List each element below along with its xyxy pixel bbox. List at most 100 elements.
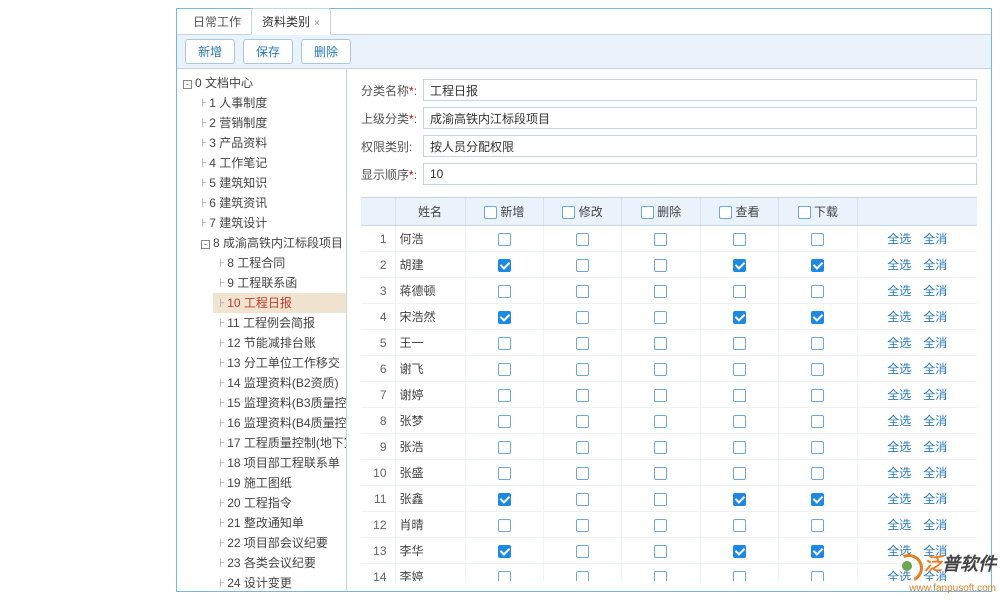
edit-checkbox[interactable] [576,415,589,428]
add-checkbox[interactable] [498,363,511,376]
add-checkbox[interactable] [498,337,511,350]
select-all-link[interactable]: 全选 [887,492,911,506]
name-input[interactable] [423,79,977,101]
view-checkbox[interactable] [733,363,746,376]
tree-node-16[interactable]: ⊦16 监理资料(B4质量控制) [213,413,346,433]
view-checkbox[interactable] [733,571,746,581]
del-checkbox[interactable] [654,259,667,272]
tree-node-15[interactable]: ⊦15 监理资料(B3质量控制) [213,393,346,413]
del-checkbox[interactable] [654,493,667,506]
add-checkbox[interactable] [498,467,511,480]
select-all-link[interactable]: 全选 [887,466,911,480]
del-checkbox[interactable] [654,363,667,376]
view-checkbox[interactable] [733,519,746,532]
save-button[interactable]: 保存 [243,39,293,64]
add-button[interactable]: 新增 [185,39,235,64]
download-checkbox[interactable] [811,285,824,298]
edit-checkbox[interactable] [576,285,589,298]
view-checkbox[interactable] [733,389,746,402]
download-checkbox[interactable] [811,571,824,581]
select-all-link[interactable]: 全选 [887,258,911,272]
col-download[interactable]: 下载 [779,198,857,226]
edit-checkbox[interactable] [576,519,589,532]
parent-input[interactable] [423,107,977,129]
tree-node-24[interactable]: ⊦24 设计变更 [213,573,346,591]
add-checkbox[interactable] [498,571,511,581]
select-none-link[interactable]: 全消 [923,284,947,298]
delete-button[interactable]: 删除 [301,39,351,64]
download-checkbox[interactable] [811,519,824,532]
tree-node-1[interactable]: ⊦1 人事制度 [195,93,346,113]
tree-node-3[interactable]: ⊦3 产品资料 [195,133,346,153]
tree-node-21[interactable]: ⊦21 整改通知单 [213,513,346,533]
select-none-link[interactable]: 全消 [923,362,947,376]
header-del-checkbox[interactable] [641,206,654,219]
tree-node-17[interactable]: ⊦17 工程质量控制(地下室) [213,433,346,453]
header-edit-checkbox[interactable] [562,206,575,219]
add-checkbox[interactable] [498,415,511,428]
edit-checkbox[interactable] [576,493,589,506]
select-none-link[interactable]: 全消 [923,310,947,324]
edit-checkbox[interactable] [576,363,589,376]
select-none-link[interactable]: 全消 [923,440,947,454]
view-checkbox[interactable] [733,259,746,272]
header-view-checkbox[interactable] [719,206,732,219]
select-all-link[interactable]: 全选 [887,232,911,246]
add-checkbox[interactable] [498,285,511,298]
close-icon[interactable]: × [314,18,320,29]
select-all-link[interactable]: 全选 [887,336,911,350]
select-all-link[interactable]: 全选 [887,518,911,532]
select-none-link[interactable]: 全消 [923,466,947,480]
tree-node-11[interactable]: ⊦11 工程例会简报 [213,313,346,333]
download-checkbox[interactable] [811,467,824,480]
edit-checkbox[interactable] [576,571,589,581]
edit-checkbox[interactable] [576,389,589,402]
header-add-checkbox[interactable] [484,206,497,219]
tree-project[interactable]: -8 成渝高铁内江标段项目 [195,233,346,253]
select-all-link[interactable]: 全选 [887,414,911,428]
download-checkbox[interactable] [811,259,824,272]
del-checkbox[interactable] [654,545,667,558]
select-none-link[interactable]: 全消 [923,518,947,532]
download-checkbox[interactable] [811,311,824,324]
edit-checkbox[interactable] [576,311,589,324]
download-checkbox[interactable] [811,337,824,350]
edit-checkbox[interactable] [576,441,589,454]
select-none-link[interactable]: 全消 [923,388,947,402]
tree-root[interactable]: -0 文档中心 [177,73,346,93]
tree-node-20[interactable]: ⊦20 工程指令 [213,493,346,513]
del-checkbox[interactable] [654,311,667,324]
view-checkbox[interactable] [733,467,746,480]
del-checkbox[interactable] [654,519,667,532]
order-input[interactable] [423,163,977,185]
view-checkbox[interactable] [733,285,746,298]
view-checkbox[interactable] [733,311,746,324]
view-checkbox[interactable] [733,493,746,506]
tree-node-13[interactable]: ⊦13 分工单位工作移交 [213,353,346,373]
perm-input[interactable] [423,135,977,157]
select-none-link[interactable]: 全消 [923,258,947,272]
del-checkbox[interactable] [654,285,667,298]
download-checkbox[interactable] [811,441,824,454]
col-view[interactable]: 查看 [700,198,778,226]
tree-node-8[interactable]: ⊦8 工程合同 [213,253,346,273]
tree-node-6[interactable]: ⊦6 建筑资讯 [195,193,346,213]
download-checkbox[interactable] [811,493,824,506]
download-checkbox[interactable] [811,233,824,246]
tree-node-18[interactable]: ⊦18 项目部工程联系单 [213,453,346,473]
del-checkbox[interactable] [654,233,667,246]
select-none-link[interactable]: 全消 [923,492,947,506]
select-all-link[interactable]: 全选 [887,440,911,454]
select-all-link[interactable]: 全选 [887,362,911,376]
add-checkbox[interactable] [498,441,511,454]
edit-checkbox[interactable] [576,467,589,480]
del-checkbox[interactable] [654,389,667,402]
add-checkbox[interactable] [498,519,511,532]
collapse-icon[interactable]: - [201,240,210,249]
download-checkbox[interactable] [811,363,824,376]
edit-checkbox[interactable] [576,337,589,350]
select-none-link[interactable]: 全消 [923,414,947,428]
tree-node-12[interactable]: ⊦12 节能减排台账 [213,333,346,353]
del-checkbox[interactable] [654,467,667,480]
header-dl-checkbox[interactable] [798,206,811,219]
